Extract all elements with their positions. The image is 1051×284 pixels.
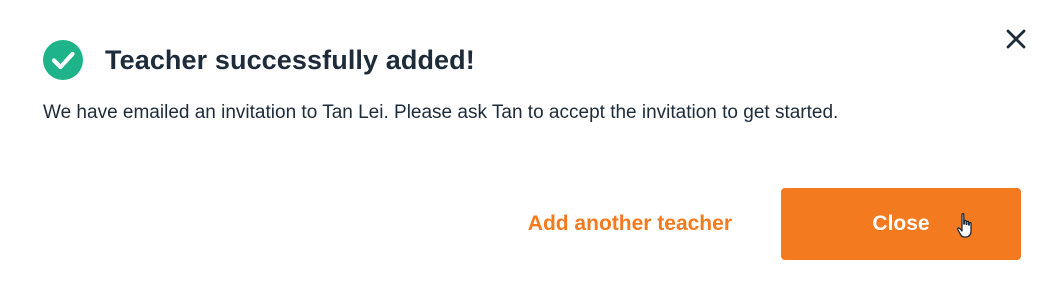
- dialog-footer: Add another teacher Close: [0, 188, 1021, 260]
- add-another-teacher-button[interactable]: Add another teacher: [528, 188, 732, 260]
- dialog-header: Teacher successfully added!: [43, 40, 475, 80]
- dialog-title: Teacher successfully added!: [105, 44, 475, 75]
- check-circle-icon: [43, 40, 83, 80]
- dialog-message: We have emailed an invitation to Tan Lei…: [43, 102, 839, 123]
- close-icon[interactable]: [1004, 27, 1028, 51]
- success-dialog: Teacher successfully added! We have emai…: [0, 0, 1051, 284]
- close-button[interactable]: Close: [781, 188, 1021, 260]
